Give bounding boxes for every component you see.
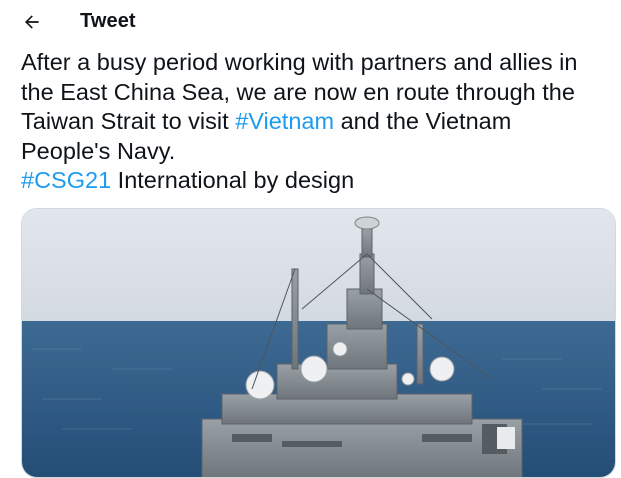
warship-photo-image [22,209,615,477]
tweet-photo[interactable] [21,208,616,478]
tweet-line-2: the East China Sea, we are now en route … [21,78,575,105]
tweet-line-3: Taiwan Strait to visit #Vietnam and the … [21,107,611,137]
tweet-text: After a busy period working with partner… [21,48,611,196]
hashtag-vietnam-link[interactable]: #Vietnam [235,108,334,134]
arrow-left-icon [25,15,39,29]
tweet-text-segment: Taiwan Strait to visit [21,108,236,134]
page-title: Tweet [80,10,136,32]
tweet-text-segment: International by design [111,167,355,193]
tweet-line-4: People's Navy. [21,137,176,164]
tweet-line-5: #CSG21 International by design [21,166,611,196]
back-button[interactable] [14,4,50,40]
tweet-text-segment: and the Vietnam [334,108,512,134]
top-bar: Tweet [0,0,621,44]
hashtag-csg21-link[interactable]: #CSG21 [21,167,111,193]
tweet-line-1: After a busy period working with partner… [21,49,578,75]
